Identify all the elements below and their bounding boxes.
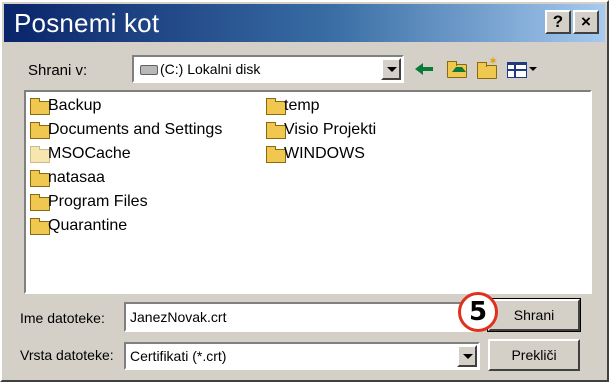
filename-label: Ime datoteke:: [20, 310, 105, 326]
filetype-value: Certifikati (*.crt): [130, 348, 227, 364]
step-number-badge: 5: [458, 292, 498, 332]
dialog-title: Posnemi kot: [14, 8, 160, 38]
save-in-label: Shrani v:: [28, 62, 88, 79]
folder-icon: [266, 98, 286, 115]
folder-icon: [266, 146, 286, 163]
disk-drive-icon: [140, 65, 158, 75]
folder-name: WINDOWS: [284, 145, 365, 162]
folder-icon: [266, 122, 286, 139]
folder-name: Visio Projekti: [284, 121, 377, 138]
save-button[interactable]: Shrani: [487, 298, 581, 332]
filetype-label: Vrsta datoteke:: [20, 347, 114, 363]
back-icon[interactable]: [414, 58, 436, 80]
folder-name: temp: [284, 97, 320, 114]
file-list[interactable]: Backup Documents and Settings MSOCache n…: [24, 90, 592, 294]
folder-name: Documents and Settings: [48, 121, 223, 138]
folder-name: Backup: [48, 97, 102, 114]
folder-name: Quarantine: [48, 217, 128, 234]
dropdown-arrow-icon[interactable]: [381, 58, 401, 80]
cancel-button[interactable]: Prekliči: [488, 339, 580, 371]
filename-value: JanezNovak.crt: [130, 309, 227, 325]
folder-icon: [30, 122, 50, 139]
save-in-value: (C:) Lokalni disk: [160, 61, 261, 77]
folder-icon: [30, 146, 50, 163]
filetype-dropdown[interactable]: Certifikati (*.crt): [124, 342, 480, 370]
folder-icon: [30, 194, 50, 211]
folder-icon: [30, 170, 50, 187]
folder-name: natasaa: [48, 169, 105, 186]
save-in-dropdown[interactable]: (C:) Lokalni disk: [132, 55, 404, 83]
dropdown-arrow-icon[interactable]: [457, 345, 477, 367]
help-button[interactable]: ?: [545, 10, 571, 34]
title-bar[interactable]: Posnemi kot ? ×: [4, 4, 605, 42]
new-folder-icon[interactable]: [476, 54, 498, 80]
folder-icon: [30, 98, 50, 115]
folder-icon: [30, 218, 50, 235]
up-folder-icon[interactable]: [446, 58, 468, 80]
filename-input[interactable]: JanezNovak.crt: [124, 302, 480, 332]
folder-name: Program Files: [48, 193, 148, 210]
save-as-dialog: Posnemi kot ? × Shrani v: (C:) Lokalni d…: [0, 0, 609, 382]
close-button[interactable]: ×: [573, 10, 599, 34]
folder-name: MSOCache: [48, 145, 131, 162]
views-menu-icon[interactable]: [507, 58, 541, 80]
